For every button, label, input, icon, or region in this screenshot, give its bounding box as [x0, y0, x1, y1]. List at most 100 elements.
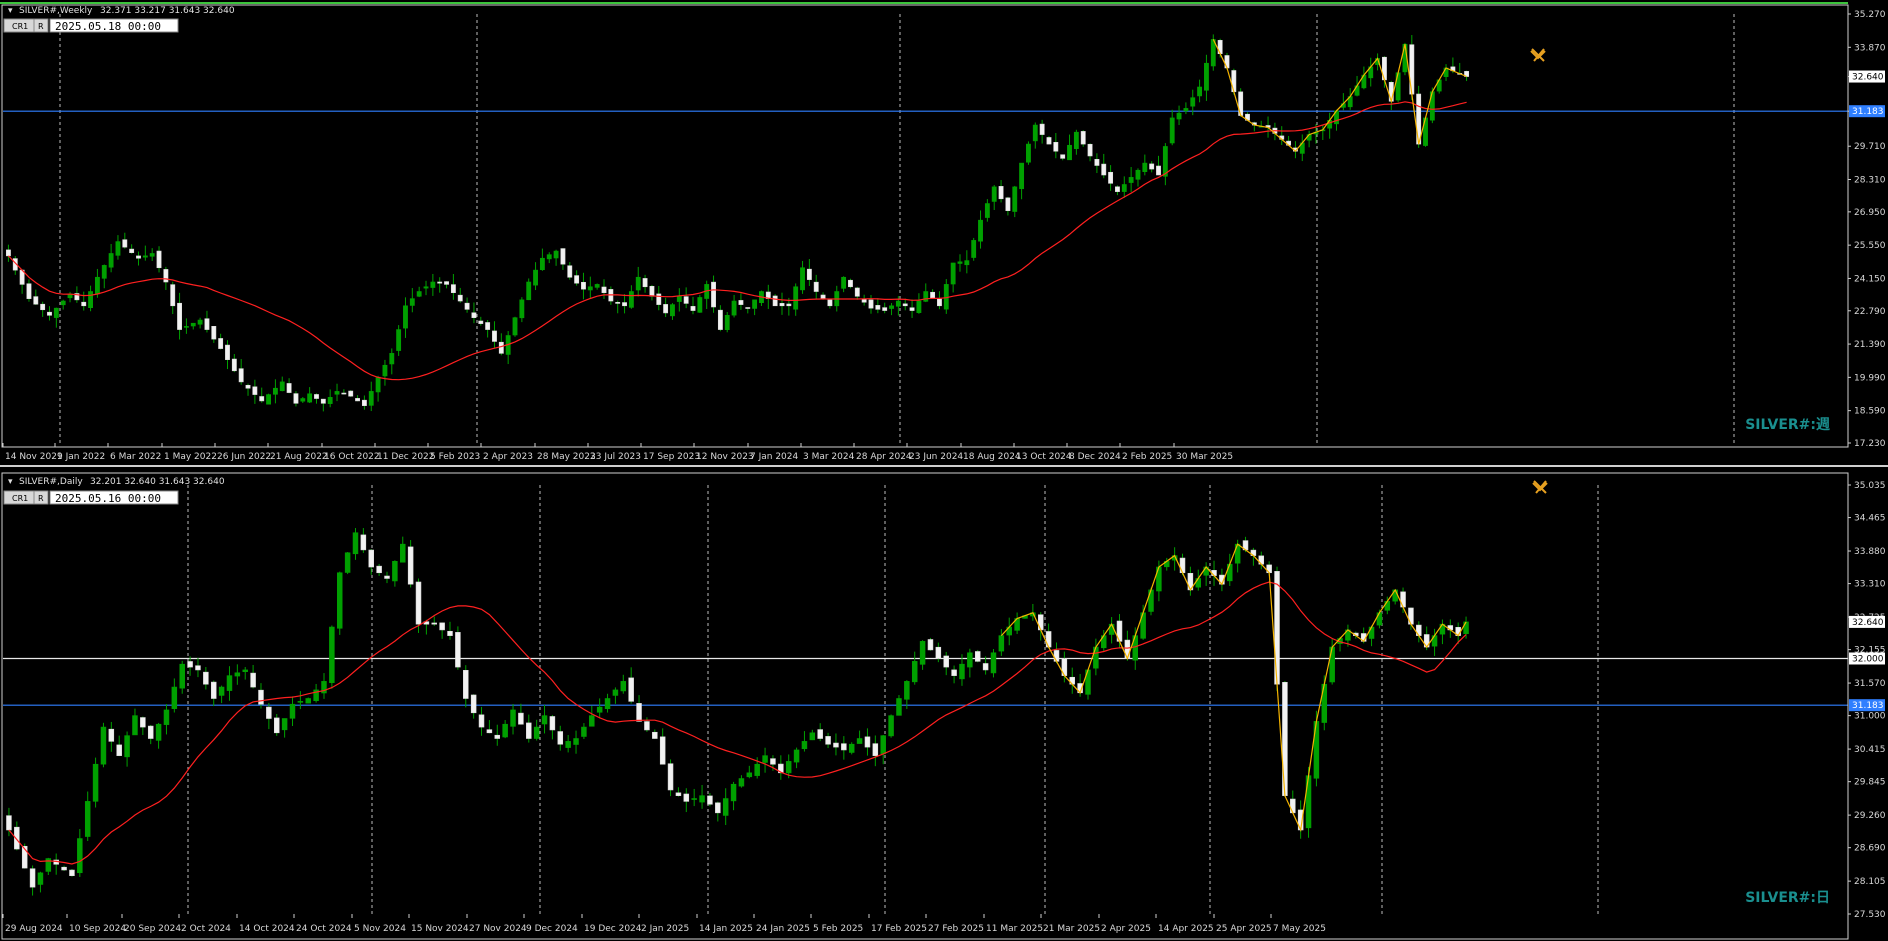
weekly-panel[interactable]: 35.270 33.870 32.640 31.183 29.710 28.310 26.9… [1, 4, 1886, 462]
candle [574, 275, 580, 284]
candle [1005, 197, 1011, 211]
price-badge-label: 31.183 [1852, 701, 1884, 711]
candle [409, 298, 415, 306]
candle [581, 726, 587, 737]
candle [950, 262, 956, 285]
candle [1032, 124, 1038, 142]
candle [1121, 184, 1127, 192]
candle [231, 358, 237, 372]
candle [690, 306, 696, 311]
price-tick-label: 24.150 [1854, 274, 1886, 284]
candle [258, 689, 264, 705]
price-tick-label: 35.035 [1854, 481, 1886, 491]
candle [238, 368, 244, 383]
time-tick-label: 7 Jan 2024 [750, 452, 798, 462]
candle [334, 391, 340, 395]
candle [197, 319, 203, 325]
candle [512, 317, 518, 336]
time-tick-label: 21 Mar 2025 [1043, 924, 1100, 934]
candle [171, 686, 178, 709]
candle [53, 307, 59, 318]
candle [930, 291, 936, 299]
candle [841, 276, 847, 289]
candle [730, 783, 737, 802]
candle [1019, 162, 1025, 190]
candle [510, 709, 516, 727]
price-tick-label: 31.000 [1854, 712, 1886, 722]
candle [800, 267, 805, 291]
candle [785, 761, 792, 774]
candle [250, 672, 256, 688]
candle [187, 661, 193, 668]
candle [715, 802, 721, 814]
price-badge-label: 32.640 [1852, 618, 1884, 628]
candle [990, 652, 997, 674]
candle [827, 299, 833, 307]
candle [649, 285, 655, 297]
time-tick-label: 3 Mar 2024 [803, 452, 855, 462]
candle [492, 330, 497, 342]
time-tick-label: 2 Feb 2025 [1122, 452, 1172, 462]
candle [360, 534, 367, 551]
time-tick-label: 11 Dec 2022 [377, 452, 435, 462]
price-tick-label: 35.270 [1854, 10, 1886, 20]
candle [142, 255, 148, 258]
candle [1443, 67, 1449, 77]
candle [560, 248, 566, 265]
candle [1128, 177, 1134, 183]
candle [539, 257, 545, 271]
time-tick-label: 23 Jun 2024 [909, 452, 963, 462]
time-tick-label: 19 Dec 2024 [584, 924, 642, 934]
candle [439, 622, 445, 631]
collapse-triangle-icon[interactable]: ▾ [8, 6, 13, 16]
candle [1039, 123, 1045, 135]
candle [355, 398, 360, 402]
candle [498, 341, 504, 354]
candle [670, 304, 675, 317]
candle [998, 635, 1005, 652]
time-tick-label: 24 Jan 2025 [756, 924, 810, 934]
candle [622, 302, 627, 307]
candle [457, 294, 463, 302]
candle [620, 681, 627, 692]
time-tick-label: 23 Jul 2023 [590, 452, 641, 462]
time-tick-label: 21 Aug 2022 [270, 452, 328, 462]
candle [177, 302, 182, 330]
candle [762, 755, 768, 763]
candle [471, 312, 477, 318]
price-tick-label: 17.230 [1854, 439, 1886, 449]
candle [667, 763, 674, 791]
candle [423, 286, 429, 289]
candle [88, 291, 93, 308]
daily-panel[interactable]: 35.03534.46533.88033.31032.72532.15531.5… [1, 472, 1886, 940]
candle [163, 269, 169, 283]
candle [485, 322, 491, 330]
candle [589, 715, 595, 727]
candle [813, 281, 819, 292]
candle [279, 381, 285, 392]
candle [320, 398, 326, 404]
candle [565, 741, 571, 748]
candle [1012, 186, 1018, 212]
candle [273, 717, 280, 734]
time-tick-label: 30 Mar 2025 [1176, 452, 1233, 462]
price-tick-label: 29.845 [1854, 778, 1886, 788]
candle [825, 736, 831, 745]
candle [1115, 186, 1120, 192]
candle [210, 681, 217, 699]
candle [1093, 646, 1099, 669]
candle [861, 298, 867, 303]
candle [604, 698, 611, 710]
candle [190, 322, 196, 327]
candle [652, 731, 658, 739]
price-tick-label: 28.310 [1854, 176, 1886, 186]
candle [1156, 165, 1161, 176]
candle [848, 743, 855, 753]
time-tick-label: 8 Dec 2024 [1069, 452, 1121, 462]
time-tick-label: 10 Sep 2024 [69, 924, 126, 934]
candle [1195, 578, 1202, 588]
weekly-controls: CR1 R 2025.05.18 00:00 [3, 18, 179, 33]
price-tick-label: 30.415 [1854, 745, 1886, 755]
collapse-triangle-icon[interactable]: ▾ [8, 477, 13, 487]
candle [722, 798, 729, 816]
